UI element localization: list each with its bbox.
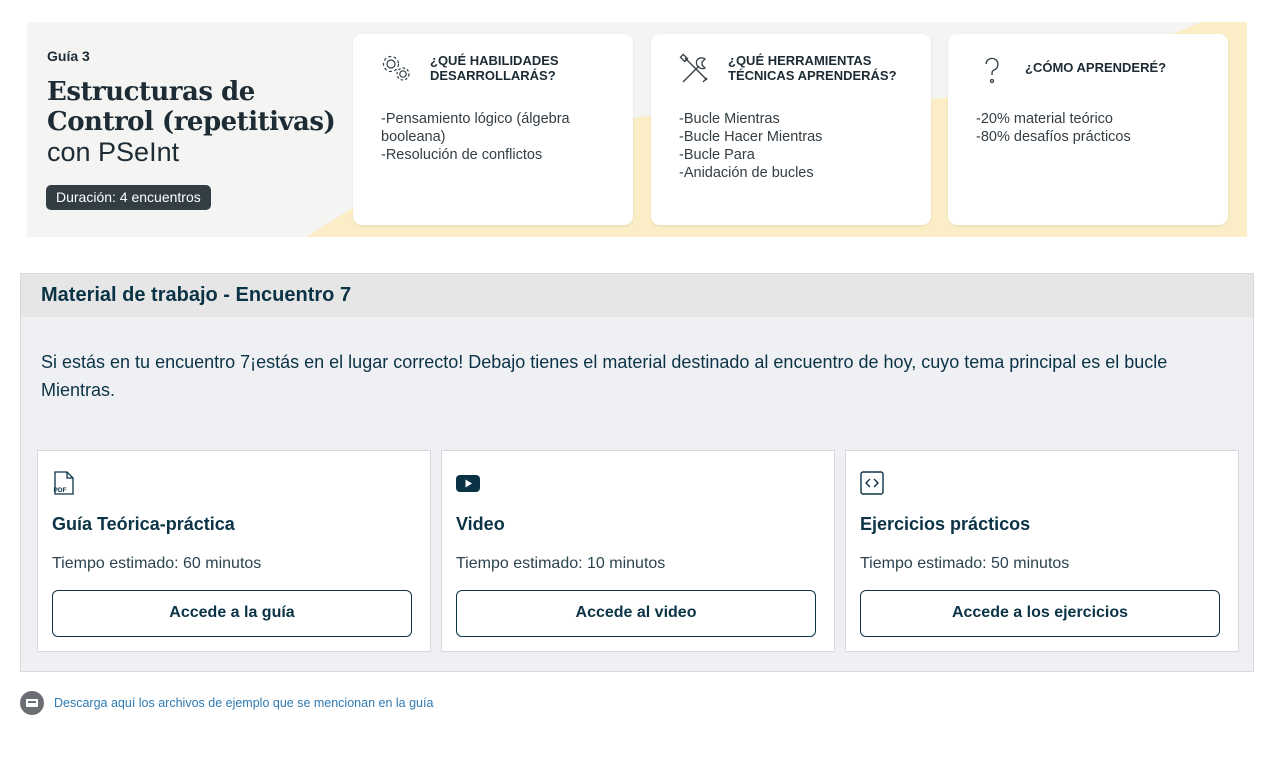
material-section: Material de trabajo - Encuentro 7 Si est…	[20, 273, 1254, 672]
tools-heading: ¿QUÉ HERRAMIENTAS TÉCNICAS APRENDERÁS?	[728, 53, 897, 83]
resource-time: Tiempo estimado: 10 minutos	[456, 555, 666, 572]
question-icon	[985, 57, 999, 84]
resource-title: Ejercicios prácticos	[860, 514, 1031, 534]
tools-item: -Bucle Para	[679, 147, 755, 163]
guide-title: Estructuras de Control (repetitivas)	[47, 77, 336, 137]
material-intro: Si estás en tu encuentro 7¡estás en el l…	[41, 352, 1168, 400]
learning-card: ¿CÓMO APRENDERÉ? -20% material teórico -…	[948, 34, 1228, 225]
tools-item: -Bucle Hacer Mientras	[679, 129, 823, 145]
resource-title: Guía Teórica-práctica	[52, 514, 235, 534]
guide-number: Guía 3	[47, 48, 90, 64]
resource-time: Tiempo estimado: 60 minutos	[52, 555, 262, 572]
skills-list: -Pensamiento lógico (álgebra booleana) -…	[381, 110, 621, 164]
learning-item: -20% material teórico	[976, 111, 1113, 127]
gears-icon	[382, 55, 410, 81]
tools-item: -Anidación de bucles	[679, 165, 814, 181]
course-banner: Guía 3 Estructuras de Control (repetitiv…	[27, 22, 1247, 237]
tools-icon	[679, 53, 708, 83]
learning-list: -20% material teórico -80% desafíos prác…	[976, 110, 1216, 146]
resource-card-exercises: Ejercicios prácticos Tiempo estimado: 50…	[845, 450, 1239, 652]
download-row: Descarga aquí los archivos de ejemplo qu…	[20, 690, 433, 716]
resource-card-video: Video Tiempo estimado: 10 minutos Accede…	[441, 450, 835, 652]
learning-heading: ¿CÓMO APRENDERÉ?	[1025, 60, 1167, 75]
guide-subtitle: con PSeInt	[47, 137, 180, 167]
access-video-button[interactable]: Accede al video	[456, 590, 816, 637]
skills-heading: ¿QUÉ HABILIDADES DESARROLLARÁS?	[430, 53, 559, 83]
resource-time: Tiempo estimado: 50 minutos	[860, 555, 1070, 572]
tools-list: -Bucle Mientras -Bucle Hacer Mientras -B…	[679, 110, 919, 182]
skills-item: -Resolución de conflictos	[381, 147, 543, 163]
resource-card-guide: PDF Guía Teórica-práctica Tiempo estimad…	[37, 450, 431, 652]
access-exercises-button[interactable]: Accede a los ejercicios	[860, 590, 1220, 637]
skills-card: ¿QUÉ HABILIDADES DESARROLLARÁS? -Pensami…	[353, 34, 633, 225]
material-header: Material de trabajo - Encuentro 7	[21, 274, 1253, 317]
download-examples-link[interactable]: Descarga aquí los archivos de ejemplo qu…	[54, 696, 433, 710]
youtube-icon	[456, 475, 480, 492]
resource-title: Video	[456, 514, 505, 534]
download-folder-icon	[20, 691, 44, 715]
svg-text:PDF: PDF	[54, 487, 67, 494]
code-icon	[860, 471, 884, 495]
access-guide-button[interactable]: Accede a la guía	[52, 590, 412, 637]
tools-card: ¿QUÉ HERRAMIENTAS TÉCNICAS APRENDERÁS? -…	[651, 34, 931, 225]
skills-item: -Pensamiento lógico (álgebra booleana)	[381, 111, 570, 145]
learning-item: -80% desafíos prácticos	[976, 129, 1131, 145]
tools-item: -Bucle Mientras	[679, 111, 780, 127]
pdf-icon: PDF	[54, 471, 74, 495]
duration-badge: Duración: 4 encuentros	[46, 185, 211, 210]
